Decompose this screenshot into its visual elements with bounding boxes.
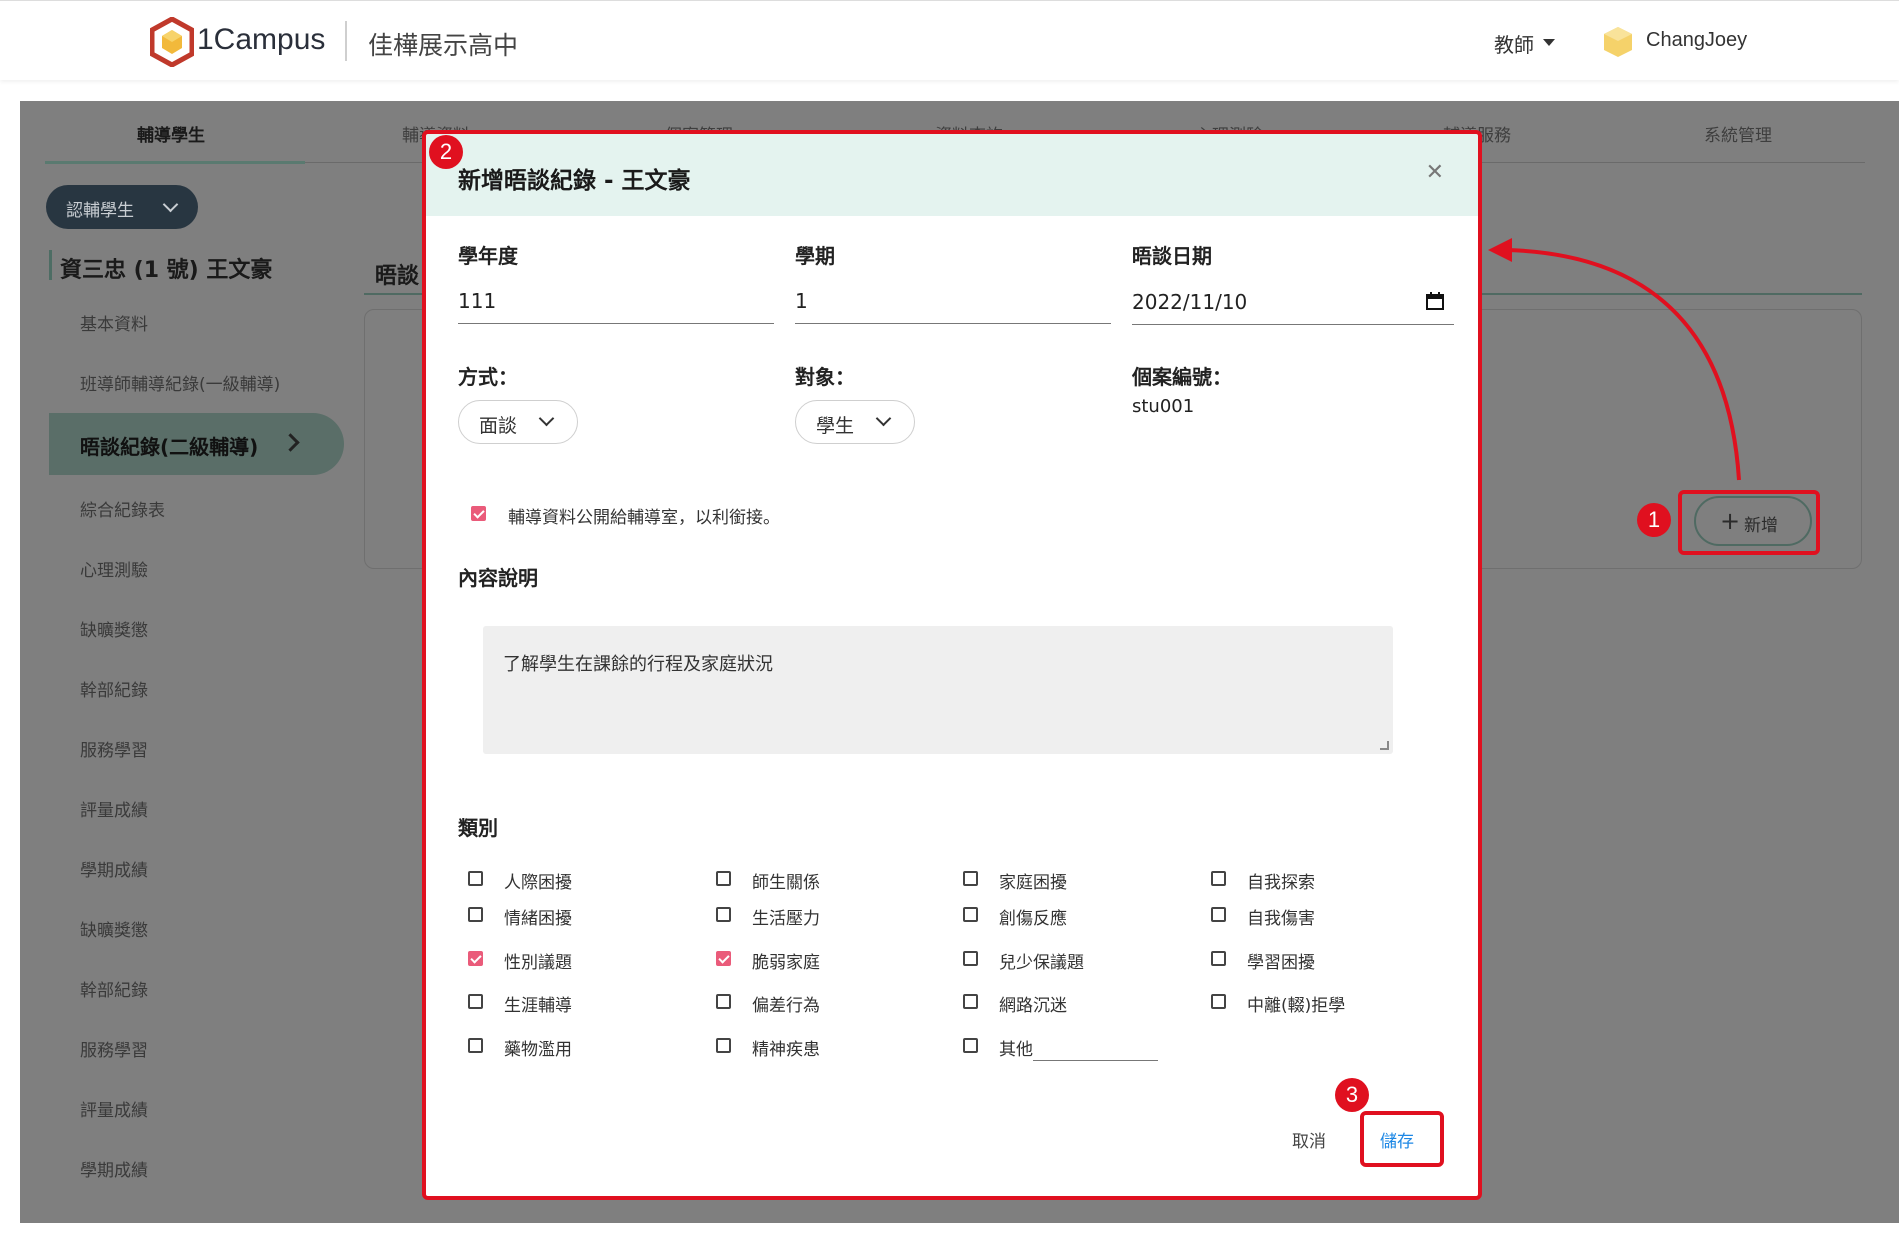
annotation-arrow-icon <box>1488 238 1741 481</box>
